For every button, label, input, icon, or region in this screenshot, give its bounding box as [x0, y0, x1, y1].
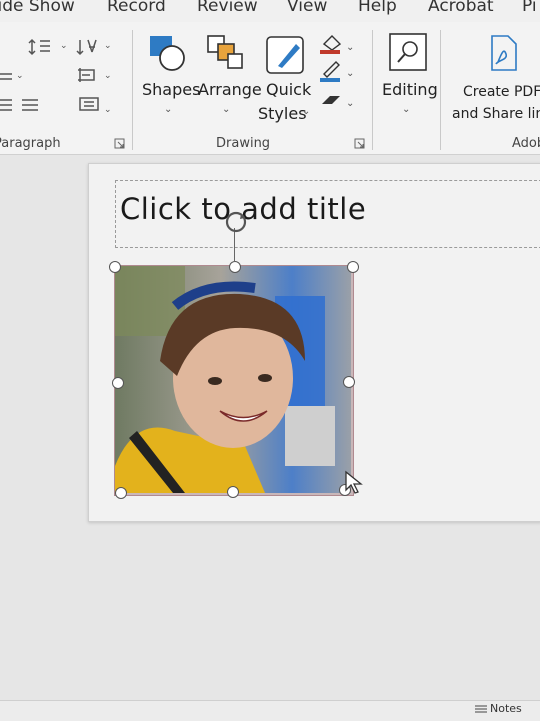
adobe-group-label: Adob: [512, 136, 540, 151]
dialog-launcher-icon[interactable]: [354, 138, 366, 150]
status-bar: [0, 700, 540, 721]
tab-view[interactable]: View: [287, 0, 327, 16]
svg-text:⌄: ⌄: [104, 105, 112, 115]
rotate-handle-icon[interactable]: [224, 210, 248, 234]
chevron-down-icon: ⌄: [222, 104, 231, 115]
tab-record[interactable]: Record: [107, 0, 166, 16]
paragraph-group-label: Paragraph: [0, 136, 61, 151]
resize-handle-bottom-left[interactable]: [115, 487, 127, 499]
tab-acrobat[interactable]: Acrobat: [428, 0, 494, 16]
group-divider: [440, 30, 441, 150]
quick-styles-line2[interactable]: Styles: [258, 104, 307, 123]
tab-picture[interactable]: Pi: [522, 0, 537, 16]
notes-icon: [475, 705, 487, 713]
create-pdf-line1[interactable]: Create PDF: [463, 84, 540, 100]
editing-button[interactable]: Editing: [382, 80, 438, 99]
tab-review[interactable]: Review: [197, 0, 258, 16]
svg-text:⌄: ⌄: [346, 68, 354, 79]
resize-handle-top[interactable]: [229, 261, 241, 273]
svg-text:⌄: ⌄: [346, 98, 354, 109]
shape-format-controls: ⌄ ⌄ ⌄: [320, 35, 354, 109]
shapes-icon: [150, 36, 185, 71]
mouse-cursor-icon: [345, 470, 363, 494]
quick-styles-line1[interactable]: Quick: [266, 80, 311, 99]
quick-styles-icon: [266, 36, 304, 74]
bullets-icon[interactable]: [0, 73, 12, 80]
chevron-down-icon: ⌄: [302, 106, 311, 117]
resize-handle-top-left[interactable]: [109, 261, 121, 273]
shape-fill-icon[interactable]: [320, 35, 342, 54]
svg-text:⌄: ⌄: [16, 71, 24, 81]
paragraph-controls: ⌄ ⌄ ⌄ ⌄ ⌄: [0, 38, 112, 115]
portrait-photo: [115, 266, 351, 493]
shape-effects-icon[interactable]: [322, 96, 340, 104]
notes-button[interactable]: Notes: [490, 702, 522, 715]
shape-outline-icon[interactable]: [320, 61, 340, 82]
ribbon: ⌄ ⌄ ⌄ ⌄ ⌄ Paragraph Shapes ⌄ Arrange ⌄ Q…: [0, 22, 540, 155]
find-icon: [389, 33, 427, 71]
resize-handle-left[interactable]: [112, 377, 124, 389]
adobe-pdf-icon: [491, 35, 517, 71]
selected-picture[interactable]: [114, 265, 354, 496]
create-pdf-line2[interactable]: and Share link: [452, 106, 540, 122]
svg-text:⌄: ⌄: [346, 42, 354, 53]
text-direction-icon[interactable]: [76, 39, 97, 56]
ribbon-tab-bar: Slide Show Record Review View Help Acrob…: [0, 0, 540, 22]
arrange-icon: [207, 35, 243, 69]
justify-icon[interactable]: [22, 99, 38, 111]
tab-help[interactable]: Help: [358, 0, 397, 16]
shapes-button[interactable]: Shapes: [142, 80, 200, 99]
chevron-down-icon: ⌄: [164, 104, 173, 115]
smartart-icon[interactable]: [79, 97, 99, 111]
resize-handle-bottom[interactable]: [227, 486, 239, 498]
drawing-group-label: Drawing: [216, 136, 271, 151]
chevron-down-icon: ⌄: [402, 104, 411, 115]
align-text-icon[interactable]: [78, 68, 95, 82]
dialog-launcher-icon[interactable]: [114, 138, 126, 150]
svg-text:⌄: ⌄: [104, 71, 112, 81]
align-left-icon[interactable]: [0, 99, 12, 111]
arrange-button[interactable]: Arrange: [198, 80, 262, 99]
tab-slide-show[interactable]: Slide Show: [0, 0, 75, 16]
resize-handle-top-right[interactable]: [347, 261, 359, 273]
svg-text:⌄: ⌄: [60, 41, 68, 51]
svg-text:⌄: ⌄: [104, 41, 112, 51]
group-divider: [372, 30, 373, 150]
resize-handle-right[interactable]: [343, 376, 355, 388]
line-spacing-icon[interactable]: [28, 38, 50, 56]
group-divider: [132, 30, 133, 150]
